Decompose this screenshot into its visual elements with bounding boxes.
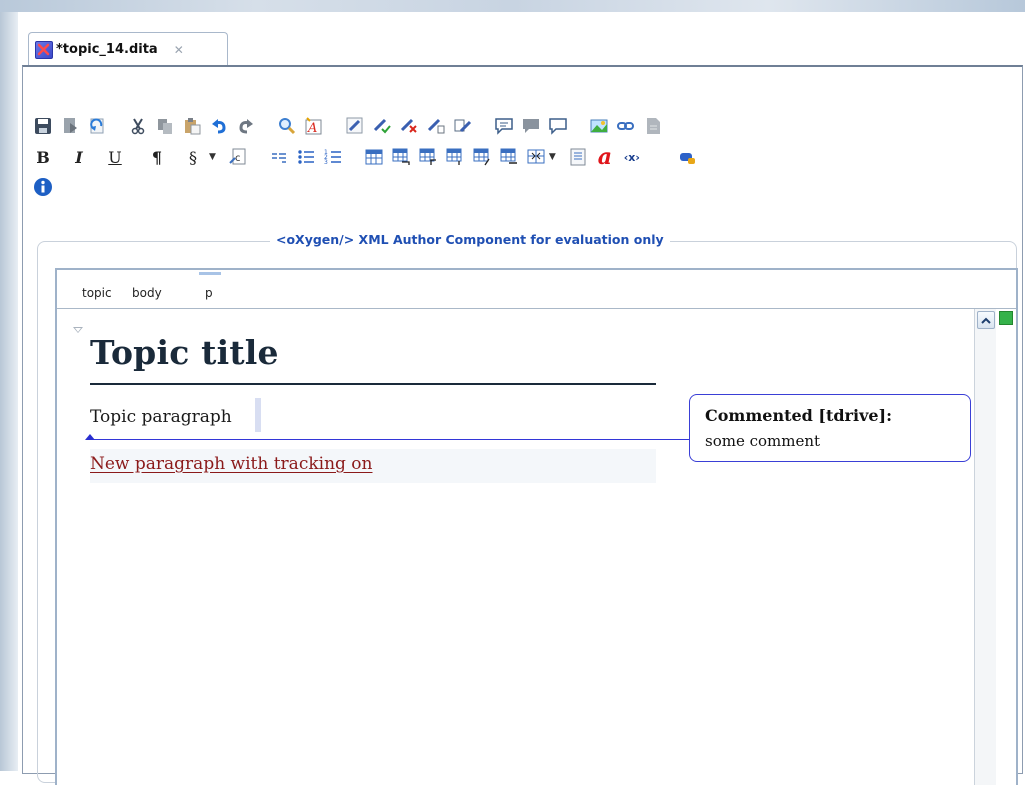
- comment-connector-line: [90, 439, 690, 440]
- topic-paragraph[interactable]: Topic paragraph: [90, 407, 232, 427]
- table-properties-icon[interactable]: [566, 145, 590, 169]
- insert-list-item-icon[interactable]: [267, 145, 291, 169]
- comment-callout[interactable]: Commented [tdrive]: some comment: [689, 394, 971, 462]
- redo-icon[interactable]: [234, 114, 258, 138]
- desktop-top-strip: [0, 0, 1025, 12]
- copy-icon[interactable]: [153, 114, 177, 138]
- validation-ok-marker[interactable]: [999, 311, 1013, 325]
- section-button[interactable]: §: [181, 148, 205, 167]
- delete-row-icon[interactable]: [497, 145, 521, 169]
- spellcheck-icon[interactable]: A: [302, 114, 326, 138]
- revert-icon[interactable]: [85, 114, 109, 138]
- info-icon[interactable]: [31, 175, 55, 199]
- comment-change-icon[interactable]: [424, 114, 448, 138]
- vertical-scrollbar[interactable]: [974, 309, 997, 785]
- insert-row-above-icon[interactable]: [389, 145, 413, 169]
- split-cell-icon[interactable]: [470, 145, 494, 169]
- title-underline: [90, 383, 656, 385]
- svg-text:c: c: [235, 153, 241, 164]
- table-dropdown-icon[interactable]: ▼: [549, 152, 556, 162]
- breadcrumb-item-topic[interactable]: topic: [82, 286, 112, 300]
- track-changes-icon[interactable]: [343, 114, 367, 138]
- scroll-up-icon[interactable]: [977, 311, 995, 329]
- accept-change-icon[interactable]: [370, 114, 394, 138]
- fold-triangle-icon[interactable]: [73, 327, 83, 333]
- insert-cross-reference-icon[interactable]: c: [226, 145, 250, 169]
- tracked-insertion-paragraph[interactable]: New paragraph with tracking on: [90, 454, 373, 474]
- dita-file-icon: [35, 40, 53, 59]
- attribute-icon[interactable]: a: [593, 145, 617, 169]
- remove-comment-icon[interactable]: [519, 114, 543, 138]
- close-icon[interactable]: ✕: [174, 44, 184, 56]
- paste-icon[interactable]: [180, 114, 204, 138]
- desktop-left-strip: [0, 12, 18, 771]
- comment-text: some comment: [705, 432, 821, 450]
- join-cells-icon[interactable]: [524, 145, 548, 169]
- paragraph-button[interactable]: ¶: [145, 148, 169, 167]
- xml-tags-icon[interactable]: ‹x›: [620, 145, 644, 169]
- breadcrumb-item-body[interactable]: body: [132, 286, 162, 300]
- toolbar-row-1: A: [31, 112, 668, 140]
- document-area[interactable]: Topic title Topic paragraph New paragrap…: [57, 309, 973, 785]
- svg-text:A: A: [307, 121, 317, 135]
- insert-image-icon[interactable]: [587, 114, 611, 138]
- cut-icon[interactable]: [126, 114, 150, 138]
- author-editor: topic body p Topic title Topic paragraph…: [55, 268, 1018, 785]
- breadcrumb-current-marker: [199, 272, 221, 275]
- add-comment-icon[interactable]: [492, 114, 516, 138]
- find-icon[interactable]: [275, 114, 299, 138]
- overview-ruler: [996, 309, 1016, 785]
- save-icon[interactable]: [31, 114, 55, 138]
- evaluation-banner: <oXygen/> XML Author Component for evalu…: [270, 232, 670, 247]
- tab-title: *topic_14.dita: [56, 42, 158, 57]
- profiling-icon[interactable]: [675, 145, 699, 169]
- tab-topic-14[interactable]: *topic_14.dita ✕: [28, 32, 228, 66]
- edit-comment-icon[interactable]: [451, 114, 475, 138]
- insert-row-below-icon[interactable]: [416, 145, 440, 169]
- insert-file-icon[interactable]: [641, 114, 665, 138]
- editor-window: *topic_14.dita ✕ A B I U ¶ § ▼ c 1 2 3 ▼…: [18, 12, 1025, 785]
- save-all-icon[interactable]: [58, 114, 82, 138]
- toolbar-row-2: B I U ¶ § ▼ c 123 ▼ a ‹x›: [31, 143, 702, 171]
- manage-comments-icon[interactable]: [546, 114, 570, 138]
- toolbar-row-3: [31, 173, 58, 201]
- ordered-list-icon[interactable]: 123: [321, 145, 345, 169]
- insert-column-icon[interactable]: [443, 145, 467, 169]
- bold-button[interactable]: B: [31, 148, 55, 167]
- italic-button[interactable]: I: [67, 148, 91, 167]
- topic-title[interactable]: Topic title: [90, 333, 279, 372]
- unordered-list-icon[interactable]: [294, 145, 318, 169]
- comment-anchor-icon: [85, 434, 95, 440]
- undo-icon[interactable]: [207, 114, 231, 138]
- comment-author: Commented [tdrive]:: [705, 406, 893, 425]
- svg-text:3: 3: [324, 159, 328, 166]
- caret-highlight: [255, 398, 261, 432]
- breadcrumb-item-p[interactable]: p: [205, 286, 213, 300]
- insert-link-icon[interactable]: [614, 114, 638, 138]
- tab-bar: *topic_14.dita ✕: [18, 12, 1025, 70]
- underline-button[interactable]: U: [103, 148, 127, 167]
- reject-change-icon[interactable]: [397, 114, 421, 138]
- breadcrumb: topic body p: [57, 270, 1016, 309]
- section-dropdown-icon[interactable]: ▼: [209, 152, 216, 162]
- insert-table-icon[interactable]: [362, 145, 386, 169]
